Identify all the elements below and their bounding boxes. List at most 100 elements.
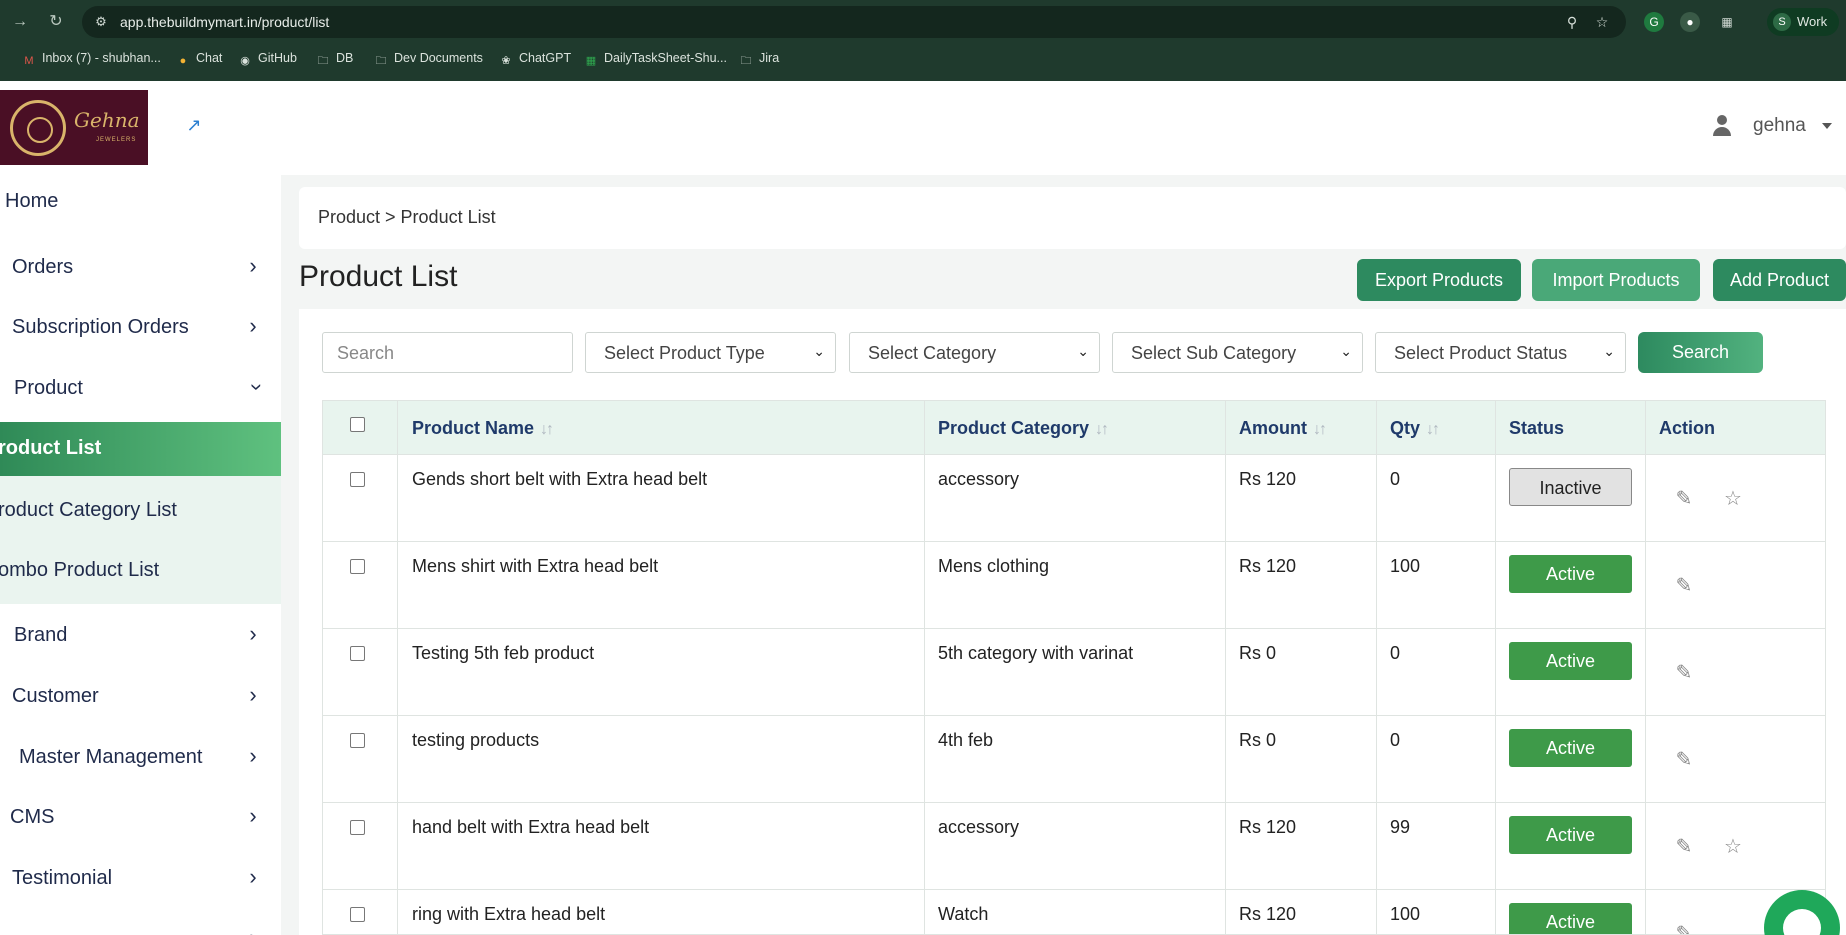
- row-checkbox[interactable]: [350, 472, 365, 487]
- edit-icon[interactable]: ✎: [1672, 922, 1696, 934]
- product-category: accessory: [938, 817, 1020, 837]
- bookmark-chat[interactable]: ● Chat: [176, 51, 223, 68]
- table-row: Testing 5th feb product 5th category wit…: [323, 629, 1825, 716]
- username: gehna: [1753, 115, 1806, 136]
- product-amount: Rs 120: [1239, 469, 1297, 489]
- sidebar-item-subscription-orders[interactable]: Subscription Orders ›: [0, 301, 281, 357]
- brand-logo[interactable]: Gehna JEWELERS: [0, 90, 148, 165]
- product-category: accessory: [938, 469, 1020, 489]
- sub-category-select[interactable]: Select Sub Category ⌄: [1112, 332, 1363, 373]
- site-settings-icon[interactable]: ⚙: [92, 13, 110, 31]
- product-status-select[interactable]: Select Product Status ⌄: [1375, 332, 1626, 373]
- sidebar-subitem-product-list[interactable]: roduct List: [0, 422, 281, 476]
- sidebar-item-brand[interactable]: Brand ›: [0, 609, 281, 665]
- bookmark-github[interactable]: ◉ GitHub: [238, 51, 297, 68]
- row-checkbox[interactable]: [350, 733, 365, 748]
- product-name: testing products: [412, 730, 540, 750]
- extensions-puzzle-icon[interactable]: ▦: [1717, 12, 1737, 32]
- profile-chip[interactable]: S Work: [1767, 8, 1839, 36]
- sidebar: Home Orders › Subscription Orders › Prod…: [0, 175, 281, 935]
- sort-icon[interactable]: ↓↑: [540, 421, 554, 438]
- browser-toolbar: → ↻ ⚙ app.thebuildmymart.in/product/list…: [0, 0, 1846, 44]
- forward-icon[interactable]: →: [10, 12, 30, 32]
- chevron-right-icon: ›: [249, 743, 257, 768]
- status-toggle-button[interactable]: Inactive: [1509, 468, 1632, 506]
- bookmark-dev-documents[interactable]: 🗀 Dev Documents: [374, 51, 483, 68]
- product-name: ring with Extra head belt: [412, 904, 606, 924]
- breadcrumb: Product > Product List: [318, 207, 496, 227]
- extension-icon[interactable]: ●: [1680, 12, 1700, 32]
- product-type-select[interactable]: Select Product Type ⌄: [585, 332, 836, 373]
- sidebar-item-partial[interactable]: ›: [0, 913, 281, 935]
- bookmark-jira[interactable]: 🗀 Jira: [739, 51, 780, 68]
- sort-icon[interactable]: ↓↑: [1095, 421, 1109, 438]
- sidebar-item-product[interactable]: Product ›: [0, 362, 281, 418]
- chevron-right-icon: ›: [249, 864, 257, 889]
- edit-icon[interactable]: ✎: [1672, 835, 1696, 859]
- table-row: Gends short belt with Extra head belt ac…: [323, 455, 1825, 542]
- product-table: Product Name ↓↑ Product Category ↓↑ Amount…: [322, 400, 1826, 935]
- product-qty: 0: [1390, 730, 1401, 750]
- address-bar[interactable]: ⚙ app.thebuildmymart.in/product/list ⚲ ☆: [82, 6, 1626, 38]
- edit-icon[interactable]: ✎: [1672, 748, 1696, 772]
- bookmark-inbox[interactable]: M Inbox (7) - shubhan...: [22, 51, 160, 68]
- row-checkbox[interactable]: [350, 907, 365, 922]
- product-category: Mens clothing: [938, 556, 1050, 576]
- status-toggle-button[interactable]: Active: [1509, 816, 1632, 854]
- sidebar-subitem-product-category-list[interactable]: roduct Category List: [0, 483, 281, 537]
- reload-icon[interactable]: ↻: [46, 12, 66, 32]
- column-amount[interactable]: Amount ↓↑: [1239, 418, 1327, 439]
- external-link-icon[interactable]: ↗: [183, 114, 205, 136]
- column-qty[interactable]: Qty ↓↑: [1390, 418, 1440, 439]
- chevron-down-icon: ›: [245, 383, 270, 391]
- bookmark-star-icon[interactable]: ☆: [1593, 13, 1611, 31]
- status-toggle-button[interactable]: Active: [1509, 642, 1632, 680]
- product-qty: 100: [1390, 904, 1421, 924]
- star-icon[interactable]: ☆: [1721, 487, 1745, 511]
- bookmark-db[interactable]: 🗀 DB: [316, 51, 354, 68]
- sidebar-item-master-management[interactable]: Master Management ›: [0, 731, 281, 787]
- url-text[interactable]: app.thebuildmymart.in/product/list: [120, 14, 329, 30]
- profile-label: Work: [1797, 14, 1828, 29]
- sheets-icon: ▦: [585, 55, 597, 67]
- status-toggle-button[interactable]: Active: [1509, 729, 1632, 767]
- sidebar-item-cms[interactable]: CMS ›: [0, 791, 281, 847]
- column-product-name[interactable]: Product Name ↓↑: [412, 418, 554, 439]
- profile-avatar: S: [1773, 13, 1791, 31]
- grammarly-icon[interactable]: G: [1644, 12, 1664, 32]
- status-toggle-button[interactable]: Active: [1509, 555, 1632, 593]
- edit-icon[interactable]: ✎: [1672, 574, 1696, 598]
- search-button[interactable]: Search: [1638, 332, 1763, 373]
- table-header: Product Name ↓↑ Product Category ↓↑ Amount…: [323, 401, 1825, 455]
- add-product-button[interactable]: Add Product: [1713, 259, 1846, 301]
- chevron-right-icon: ›: [243, 927, 263, 935]
- sidebar-item-orders[interactable]: Orders ›: [0, 241, 281, 297]
- sidebar-item-home[interactable]: Home: [0, 175, 281, 231]
- app-header: Gehna JEWELERS: [0, 81, 1846, 175]
- product-name: Mens shirt with Extra head belt: [412, 556, 659, 576]
- row-checkbox[interactable]: [350, 820, 365, 835]
- sidebar-subitem-combo-product-list[interactable]: ombo Product List: [0, 543, 281, 597]
- star-icon[interactable]: ☆: [1721, 835, 1745, 859]
- chatgpt-icon: ❀: [501, 55, 511, 67]
- edit-icon[interactable]: ✎: [1672, 661, 1696, 685]
- sidebar-item-testimonial[interactable]: Testimonial ›: [0, 852, 281, 908]
- status-toggle-button[interactable]: Active: [1509, 903, 1632, 934]
- row-checkbox[interactable]: [350, 559, 365, 574]
- bookmarks-bar: M Inbox (7) - shubhan... ● Chat ◉ GitHub 🗀 D…: [0, 48, 1846, 72]
- sort-icon[interactable]: ↓↑: [1313, 421, 1327, 438]
- sidebar-item-customer[interactable]: Customer ›: [0, 670, 281, 726]
- sort-icon[interactable]: ↓↑: [1426, 421, 1440, 438]
- product-name: hand belt with Extra head belt: [412, 817, 650, 837]
- search-input[interactable]: Search: [322, 332, 573, 373]
- select-all-checkbox[interactable]: [350, 417, 365, 432]
- export-products-button[interactable]: Export Products: [1357, 259, 1521, 301]
- bookmark-dailytasksheet[interactable]: ▦ DailyTaskSheet-Shu...: [584, 51, 727, 68]
- edit-icon[interactable]: ✎: [1672, 487, 1696, 511]
- import-products-button[interactable]: Import Products: [1532, 259, 1700, 301]
- bookmark-chatgpt[interactable]: ❀ ChatGPT: [499, 51, 571, 68]
- row-checkbox[interactable]: [350, 646, 365, 661]
- category-select[interactable]: Select Category ⌄: [849, 332, 1100, 373]
- zoom-icon[interactable]: ⚲: [1563, 13, 1581, 31]
- column-product-category[interactable]: Product Category ↓↑: [938, 418, 1109, 439]
